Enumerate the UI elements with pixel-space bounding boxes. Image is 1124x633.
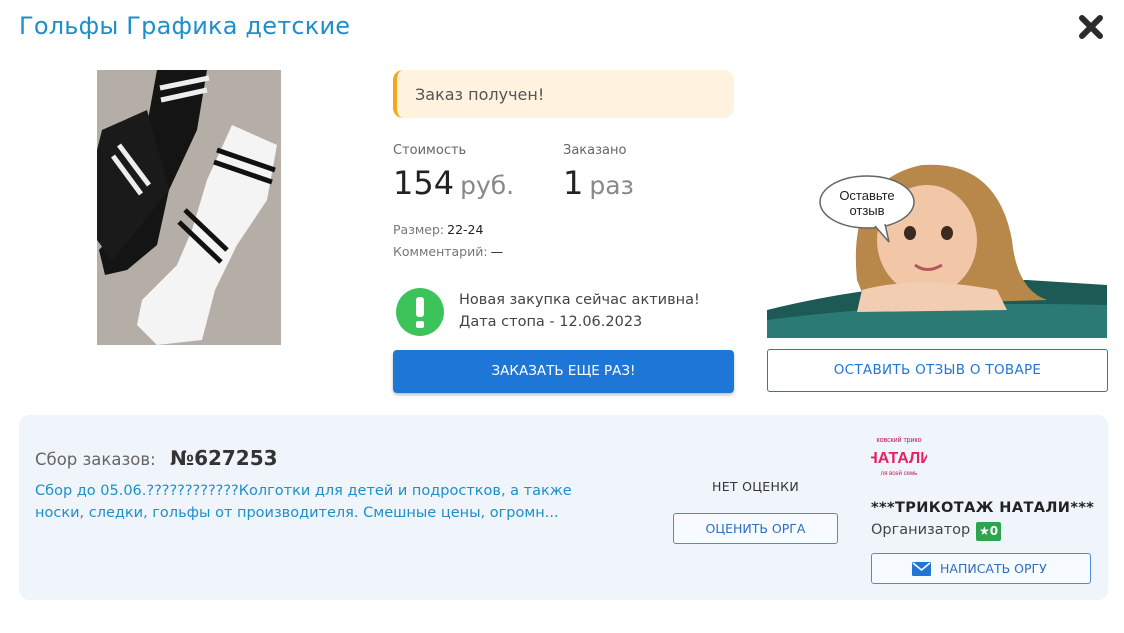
comment-label: Комментарий: [393,244,488,259]
bubble-line2: отзыв [849,203,884,218]
price-unit: руб. [460,171,515,200]
collection-label: Сбор заказов: [35,450,156,469]
product-title: Гольфы Графика детские [19,12,351,40]
size-row: Размер: 22-24 [393,222,483,237]
logo-top-text: ковский трико [876,436,921,444]
organizer-name[interactable]: ***ТРИКОТАЖ НАТАЛИ*** [871,500,1094,516]
no-rating-text: НЕТ ОЦЕНКИ [712,479,799,494]
price-amount: 154 [393,164,455,202]
organizer-logo[interactable]: ковский трико НАТАЛИ ля всей семь [871,433,927,481]
logo-main-text: НАТАЛИ [871,450,927,467]
stop-date-text: Дата стопа - 12.06.2023 [459,314,643,330]
rate-organizer-button[interactable]: ОЦЕНИТЬ ОРГА [673,513,838,544]
organizer-rating-badge: ★0 [976,522,1002,541]
bubble-line1: Оставьте [839,188,894,203]
quantity-label: Заказано [563,143,627,158]
active-purchase-text: Новая закупка сейчас активна! [459,292,700,308]
size-value: 22-24 [447,222,484,237]
collection-description-link[interactable]: Сбор до 05.06.????????????Колготки для д… [35,480,615,524]
quantity-value: 1 раз [563,164,634,202]
organizer-role: Организатор [871,522,971,538]
write-organizer-button[interactable]: НАПИСАТЬ ОРГУ [871,553,1091,584]
close-icon[interactable] [1076,12,1106,42]
order-status-banner: Заказ получен! [393,70,734,118]
leave-review-button[interactable]: ОСТАВИТЬ ОТЗЫВ О ТОВАРЕ [767,349,1108,392]
write-organizer-label: НАПИСАТЬ ОРГУ [940,561,1047,576]
comment-value: — [490,244,504,259]
order-again-button[interactable]: ЗАКАЗАТЬ ЕЩЕ РАЗ! [393,350,734,393]
order-status-text: Заказ получен! [415,85,545,104]
price-label: Стоимость [393,143,467,158]
size-label: Размер: [393,222,445,237]
review-girl-illustration: Оставьте отзыв [767,140,1107,338]
comment-row: Комментарий: — [393,244,503,259]
price-value: 154 руб. [393,164,514,202]
product-image [97,70,281,345]
exclamation-icon [396,288,444,336]
logo-bottom-text: ля всей семь [881,470,917,477]
quantity-unit: раз [589,171,634,200]
quantity-amount: 1 [563,164,584,202]
mail-icon [912,562,931,576]
collection-number: №627253 [170,446,278,470]
